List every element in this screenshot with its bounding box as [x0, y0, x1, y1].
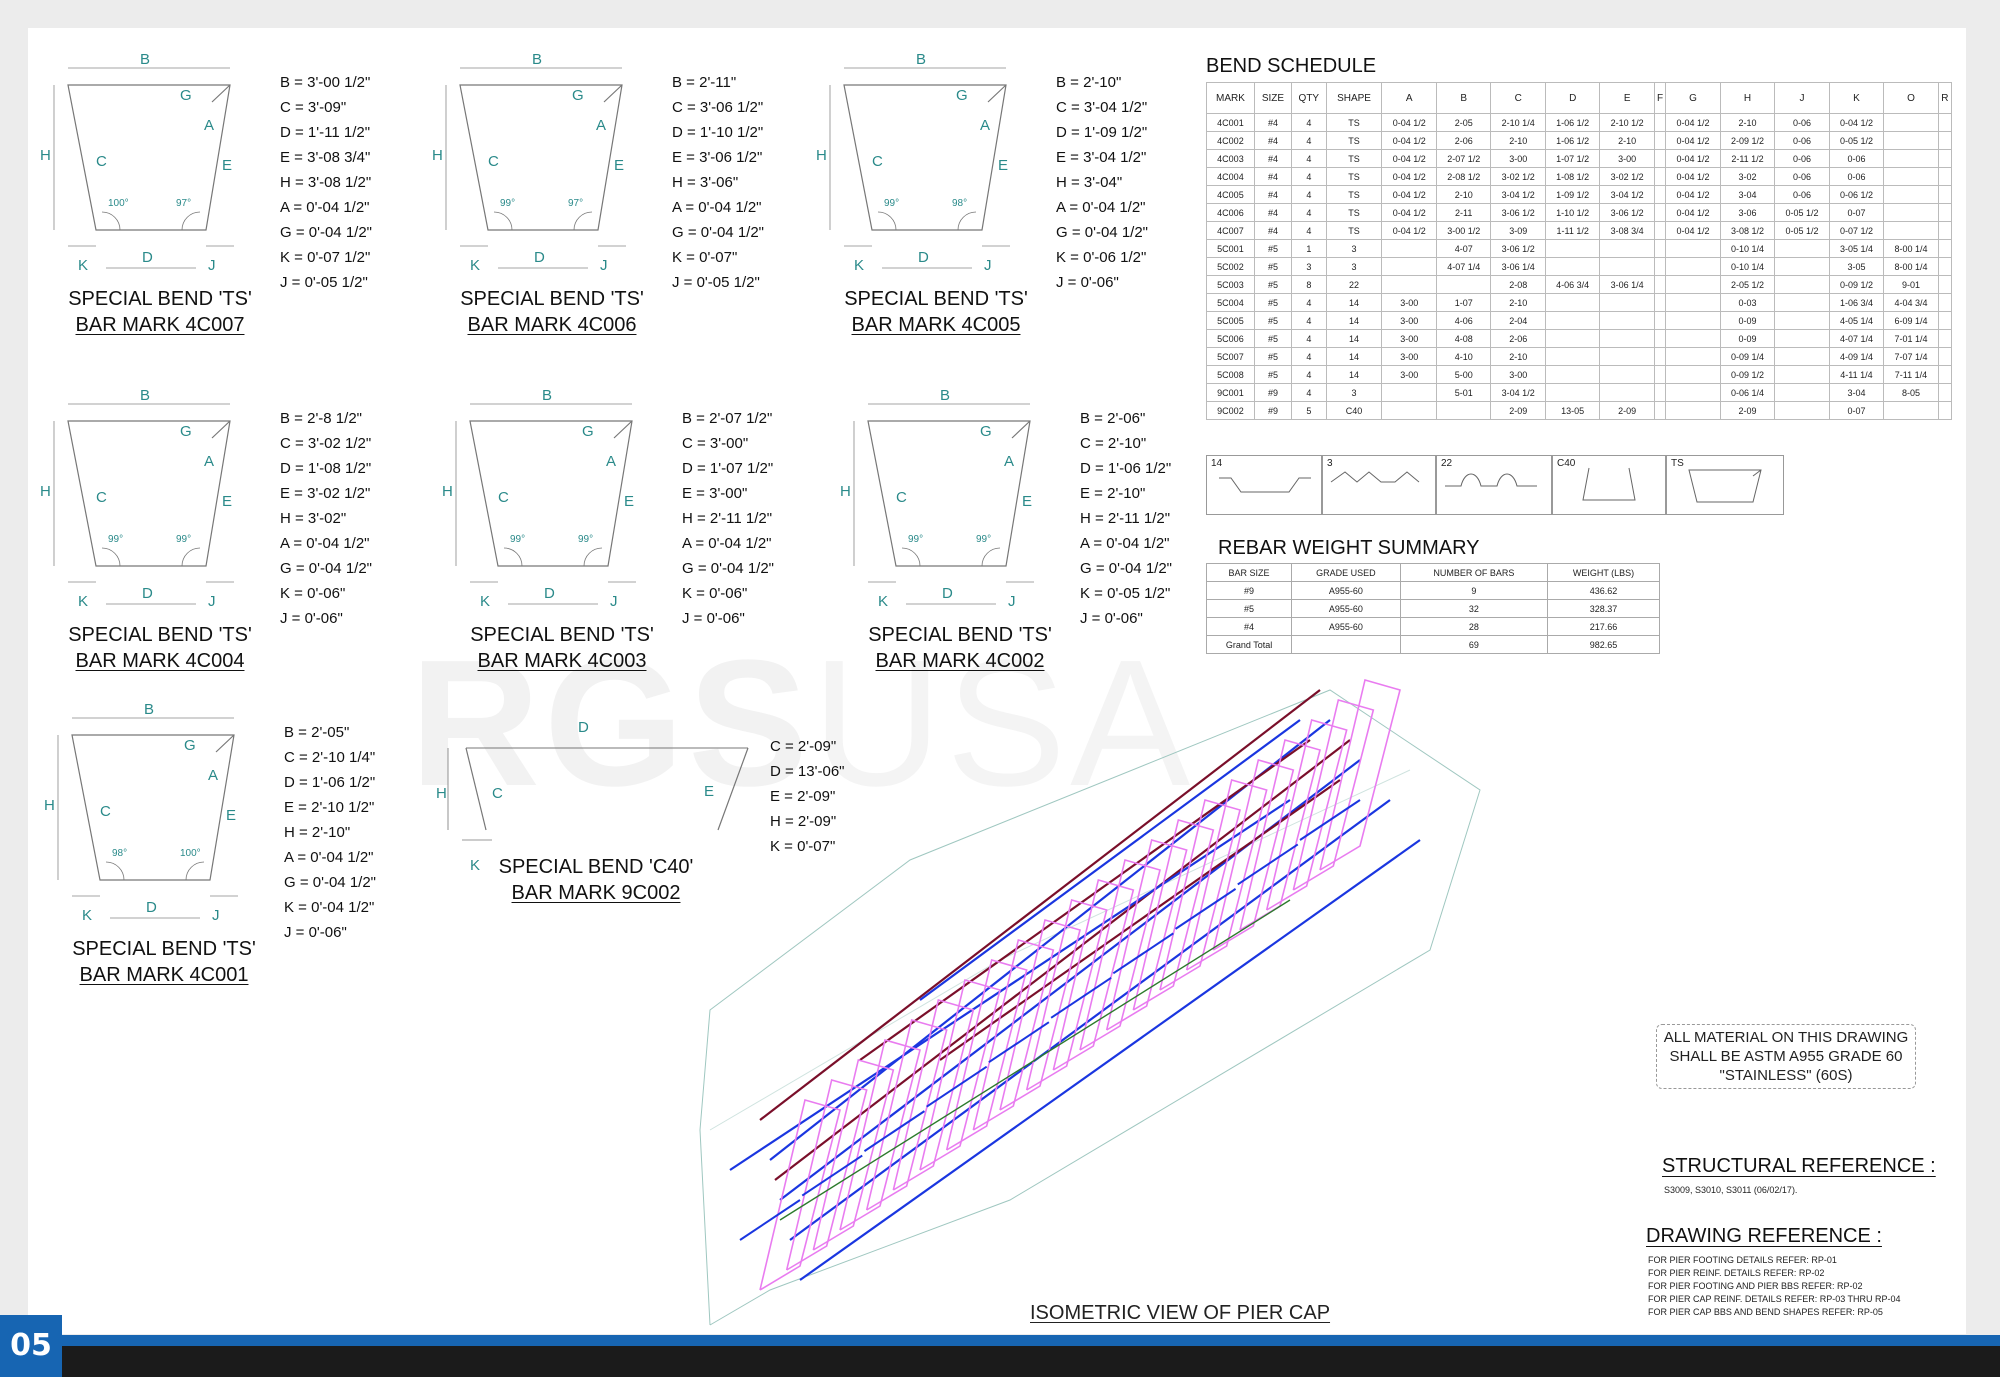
transverse-bar [1175, 888, 1237, 930]
reference-line: FOR PIER REINF. DETAILS REFER: RP-02 [1648, 1268, 1825, 1278]
transverse-bar [1299, 799, 1361, 841]
footer-accent-stripe [0, 1335, 2000, 1346]
bottom-bar [779, 899, 1291, 1221]
reference-line: FOR PIER FOOTING AND PIER BBS REFER: RP-… [1648, 1281, 1863, 1291]
page-number-badge: 05 [0, 1315, 62, 1377]
note-line: "STAINLESS" (60S) [1719, 1067, 1853, 1084]
drawing-reference-title: DRAWING REFERENCE : [1646, 1225, 1882, 1247]
reference-line: FOR PIER CAP BBS AND BEND SHAPES REFER: … [1648, 1307, 1883, 1317]
note-line: SHALL BE ASTM A955 GRADE 60 [1669, 1048, 1903, 1065]
transverse-bar [863, 1110, 925, 1152]
note-line: ALL MATERIAL ON THIS DRAWING [1663, 1029, 1909, 1046]
longitudinal-bar [919, 719, 1301, 1001]
structural-reference-title: STRUCTURAL REFERENCE : [1662, 1155, 1936, 1177]
structural-reference-text: S3009, S3010, S3011 (06/02/17). [1664, 1185, 1798, 1195]
longitudinal-bar [859, 739, 1311, 1061]
isometric-caption: ISOMETRIC VIEW OF PIER CAP [1030, 1302, 1331, 1324]
material-note: ALL MATERIAL ON THIS DRAWING SHALL BE AS… [1656, 1024, 1916, 1089]
reference-line: FOR PIER FOOTING DETAILS REFER: RP-01 [1648, 1255, 1837, 1265]
transverse-bar [739, 1199, 801, 1241]
longitudinal-bar [799, 839, 1421, 1281]
drawing-reference-list: FOR PIER FOOTING DETAILS REFER: RP-01 FO… [1648, 1254, 1901, 1319]
reference-line: FOR PIER CAP REINF. DETAILS REFER: RP-03… [1648, 1294, 1901, 1304]
